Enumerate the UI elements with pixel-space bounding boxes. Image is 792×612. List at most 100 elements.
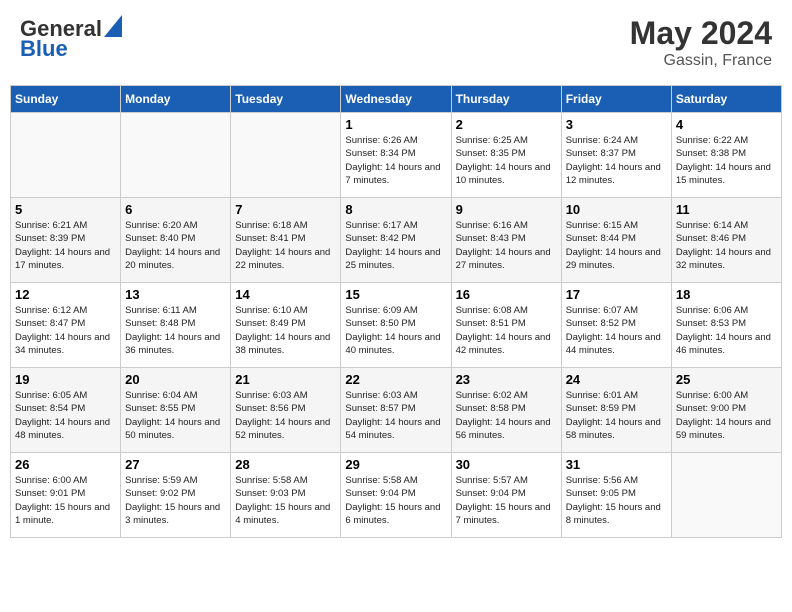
table-row: 30Sunrise: 5:57 AMSunset: 9:04 PMDayligh… xyxy=(451,453,561,538)
sunset-text: Sunset: 8:55 PM xyxy=(125,402,226,415)
sunset-text: Sunset: 9:04 PM xyxy=(456,487,557,500)
cell-day-number: 6 xyxy=(125,202,226,217)
cell-day-number: 2 xyxy=(456,117,557,132)
cell-info: Sunrise: 6:24 AMSunset: 8:37 PMDaylight:… xyxy=(566,134,667,187)
cell-info: Sunrise: 5:58 AMSunset: 9:03 PMDaylight:… xyxy=(235,474,336,527)
cell-day-number: 18 xyxy=(676,287,777,302)
sunrise-text: Sunrise: 6:00 AM xyxy=(676,389,777,402)
cell-day-number: 20 xyxy=(125,372,226,387)
daylight-text: Daylight: 14 hours and 32 minutes. xyxy=(676,246,777,273)
sunrise-text: Sunrise: 6:21 AM xyxy=(15,219,116,232)
cell-info: Sunrise: 6:21 AMSunset: 8:39 PMDaylight:… xyxy=(15,219,116,272)
cell-info: Sunrise: 6:04 AMSunset: 8:55 PMDaylight:… xyxy=(125,389,226,442)
daylight-text: Daylight: 15 hours and 7 minutes. xyxy=(456,501,557,528)
col-tuesday: Tuesday xyxy=(231,86,341,113)
table-row: 23 Sunrise: 6:02 AMSunset: 8:58 PMDayligh… xyxy=(451,368,561,453)
sunset-text: Sunset: 8:49 PM xyxy=(235,317,336,330)
daylight-text: Daylight: 15 hours and 3 minutes. xyxy=(125,501,226,528)
sunset-text: Sunset: 9:04 PM xyxy=(345,487,446,500)
sunset-text: Sunset: 8:54 PM xyxy=(15,402,116,415)
table-row xyxy=(671,453,781,538)
cell-info: Sunrise: 6:00 AMSunset: 9:01 PMDaylight:… xyxy=(15,474,116,527)
sunset-text: Sunset: 8:44 PM xyxy=(566,232,667,245)
sunset-text: Sunset: 8:52 PM xyxy=(566,317,667,330)
cell-day-number: 23 xyxy=(456,372,557,387)
table-row: 9 Sunrise: 6:16 AMSunset: 8:43 PMDaylight… xyxy=(451,198,561,283)
sunrise-text: Sunrise: 6:24 AM xyxy=(566,134,667,147)
cell-info: Sunrise: 6:08 AMSunset: 8:51 PMDaylight:… xyxy=(456,304,557,357)
daylight-text: Daylight: 14 hours and 25 minutes. xyxy=(345,246,446,273)
cell-info: Sunrise: 6:16 AMSunset: 8:43 PMDaylight:… xyxy=(456,219,557,272)
table-row: 18Sunrise: 6:06 AMSunset: 8:53 PMDayligh… xyxy=(671,283,781,368)
daylight-text: Daylight: 14 hours and 46 minutes. xyxy=(676,331,777,358)
table-row: 2 Sunrise: 6:25 AMSunset: 8:35 PMDaylight… xyxy=(451,113,561,198)
cell-day-number: 1 xyxy=(345,117,446,132)
sunrise-text: Sunrise: 5:59 AM xyxy=(125,474,226,487)
sunset-text: Sunset: 8:39 PM xyxy=(15,232,116,245)
table-row: 29Sunrise: 5:58 AMSunset: 9:04 PMDayligh… xyxy=(341,453,451,538)
cell-day-number: 7 xyxy=(235,202,336,217)
daylight-text: Daylight: 14 hours and 50 minutes. xyxy=(125,416,226,443)
table-row: 4Sunrise: 6:22 AMSunset: 8:38 PMDaylight… xyxy=(671,113,781,198)
daylight-text: Daylight: 14 hours and 10 minutes. xyxy=(456,161,557,188)
cell-info: Sunrise: 6:07 AMSunset: 8:52 PMDaylight:… xyxy=(566,304,667,357)
cell-day-number: 11 xyxy=(676,202,777,217)
sunset-text: Sunset: 9:00 PM xyxy=(676,402,777,415)
table-row: 1 Sunrise: 6:26 AMSunset: 8:34 PMDaylight… xyxy=(341,113,451,198)
daylight-text: Daylight: 14 hours and 12 minutes. xyxy=(566,161,667,188)
sunrise-text: Sunrise: 6:16 AM xyxy=(456,219,557,232)
cell-day-number: 9 xyxy=(456,202,557,217)
sunrise-text: Sunrise: 6:18 AM xyxy=(235,219,336,232)
cell-day-number: 28 xyxy=(235,457,336,472)
cell-info: Sunrise: 5:56 AMSunset: 9:05 PMDaylight:… xyxy=(566,474,667,527)
sunset-text: Sunset: 8:38 PM xyxy=(676,147,777,160)
sunset-text: Sunset: 9:02 PM xyxy=(125,487,226,500)
table-row: 6Sunrise: 6:20 AMSunset: 8:40 PMDaylight… xyxy=(121,198,231,283)
daylight-text: Daylight: 14 hours and 15 minutes. xyxy=(676,161,777,188)
sunset-text: Sunset: 8:56 PM xyxy=(235,402,336,415)
sunset-text: Sunset: 8:46 PM xyxy=(676,232,777,245)
cell-day-number: 8 xyxy=(345,202,446,217)
daylight-text: Daylight: 14 hours and 52 minutes. xyxy=(235,416,336,443)
table-row: 21Sunrise: 6:03 AMSunset: 8:56 PMDayligh… xyxy=(231,368,341,453)
daylight-text: Daylight: 14 hours and 44 minutes. xyxy=(566,331,667,358)
table-row: 7Sunrise: 6:18 AMSunset: 8:41 PMDaylight… xyxy=(231,198,341,283)
cell-day-number: 27 xyxy=(125,457,226,472)
sunset-text: Sunset: 8:41 PM xyxy=(235,232,336,245)
sunrise-text: Sunrise: 6:02 AM xyxy=(456,389,557,402)
page-header: General Blue May 2024 Gassin, France xyxy=(10,10,782,75)
daylight-text: Daylight: 14 hours and 58 minutes. xyxy=(566,416,667,443)
table-row xyxy=(121,113,231,198)
cell-info: Sunrise: 6:02 AMSunset: 8:58 PMDaylight:… xyxy=(456,389,557,442)
sunrise-text: Sunrise: 6:08 AM xyxy=(456,304,557,317)
sunrise-text: Sunrise: 5:56 AM xyxy=(566,474,667,487)
daylight-text: Daylight: 15 hours and 1 minute. xyxy=(15,501,116,528)
table-row: 31 Sunrise: 5:56 AMSunset: 9:05 PMDayligh… xyxy=(561,453,671,538)
daylight-text: Daylight: 14 hours and 42 minutes. xyxy=(456,331,557,358)
cell-info: Sunrise: 6:03 AMSunset: 8:57 PMDaylight:… xyxy=(345,389,446,442)
table-row: 11Sunrise: 6:14 AMSunset: 8:46 PMDayligh… xyxy=(671,198,781,283)
daylight-text: Daylight: 14 hours and 59 minutes. xyxy=(676,416,777,443)
cell-info: Sunrise: 6:26 AMSunset: 8:34 PMDaylight:… xyxy=(345,134,446,187)
table-row xyxy=(231,113,341,198)
cell-info: Sunrise: 6:05 AMSunset: 8:54 PMDaylight:… xyxy=(15,389,116,442)
col-friday: Friday xyxy=(561,86,671,113)
cell-info: Sunrise: 6:10 AMSunset: 8:49 PMDaylight:… xyxy=(235,304,336,357)
cell-day-number: 17 xyxy=(566,287,667,302)
cell-day-number: 26 xyxy=(15,457,116,472)
cell-day-number: 31 xyxy=(566,457,667,472)
cell-day-number: 14 xyxy=(235,287,336,302)
sunrise-text: Sunrise: 6:00 AM xyxy=(15,474,116,487)
cell-day-number: 10 xyxy=(566,202,667,217)
table-row: 25Sunrise: 6:00 AMSunset: 9:00 PMDayligh… xyxy=(671,368,781,453)
calendar-week-row: 19Sunrise: 6:05 AMSunset: 8:54 PMDayligh… xyxy=(11,368,782,453)
sunset-text: Sunset: 9:03 PM xyxy=(235,487,336,500)
cell-info: Sunrise: 6:01 AMSunset: 8:59 PMDaylight:… xyxy=(566,389,667,442)
col-sunday: Sunday xyxy=(11,86,121,113)
cell-day-number: 29 xyxy=(345,457,446,472)
cell-day-number: 5 xyxy=(15,202,116,217)
table-row: 27 Sunrise: 5:59 AMSunset: 9:02 PMDayligh… xyxy=(121,453,231,538)
cell-info: Sunrise: 6:25 AMSunset: 8:35 PMDaylight:… xyxy=(456,134,557,187)
sunrise-text: Sunrise: 5:58 AM xyxy=(235,474,336,487)
sunset-text: Sunset: 8:53 PM xyxy=(676,317,777,330)
